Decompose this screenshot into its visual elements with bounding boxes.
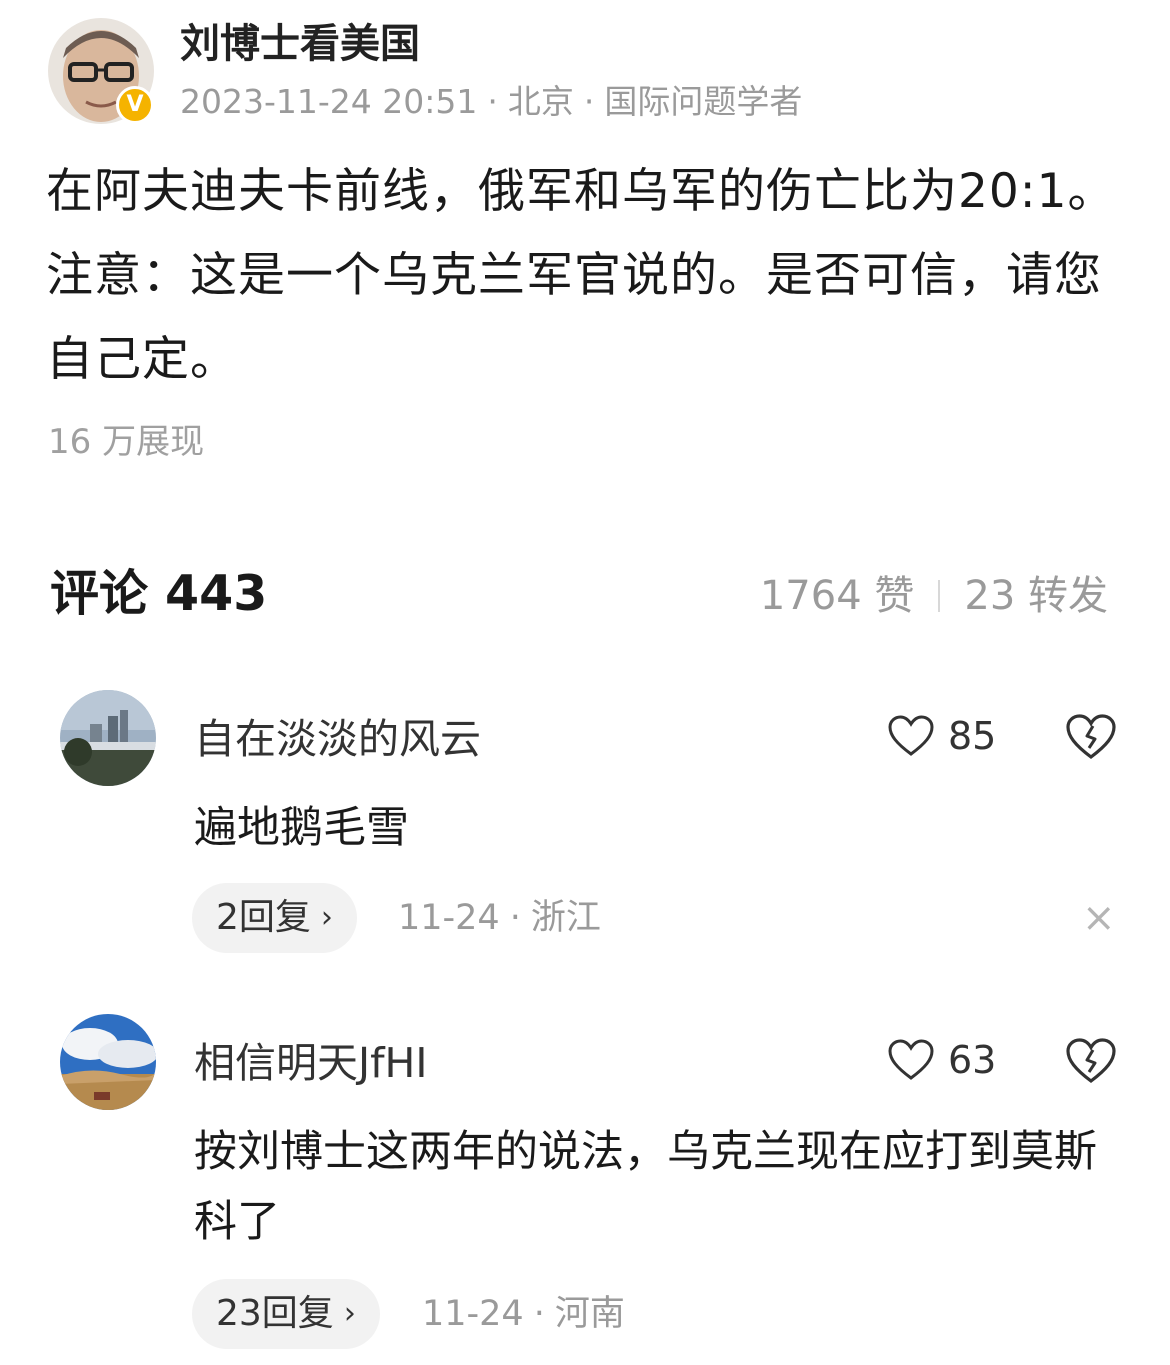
comment-avatar[interactable] <box>60 1014 156 1110</box>
comment-date: 11-24 <box>398 898 500 938</box>
post-body: 在阿夫迪夫卡前线，俄军和乌军的伤亡比为20:1。注意：这是一个乌克兰军官说的。是… <box>46 164 1116 387</box>
meta-separator: · <box>509 898 521 938</box>
post-date: 2023-11-24 20:51 <box>180 82 478 121</box>
comment-meta: 11-24 · 浙江 <box>398 883 601 953</box>
comment-like-button[interactable]: 85 <box>888 714 996 758</box>
post-meta: 2023-11-24 20:51 · 北京 · 国际问题学者 <box>180 80 802 124</box>
reply-count: 23回复 <box>216 1293 334 1334</box>
comment-text: 按刘博士这两年的说法，乌克兰现在应打到莫斯科了 <box>194 1127 1097 1247</box>
post-location: 北京 <box>507 82 574 121</box>
meta-separator: · <box>583 82 595 121</box>
comment-username[interactable]: 自在淡淡的风云 <box>194 711 481 767</box>
comments-count[interactable]: 评论 443 <box>50 562 267 626</box>
view-count: 16 万展现 <box>48 422 205 462</box>
comment-like-button[interactable]: 63 <box>888 1038 996 1082</box>
meta-separator: · <box>533 1294 545 1334</box>
comment-avatar[interactable] <box>60 690 156 786</box>
like-count[interactable]: 1764 赞 <box>760 570 915 622</box>
author-title: 国际问题学者 <box>604 82 803 121</box>
meta-separator: · <box>487 82 498 121</box>
reply-count: 2回复 <box>216 897 311 938</box>
comment-location: 河南 <box>554 1294 625 1334</box>
post-stats: 1764 赞 23 转发 <box>760 570 1108 622</box>
replies-button[interactable]: 2回复 › <box>192 883 357 953</box>
broken-heart-icon <box>1066 1038 1116 1084</box>
dislike-button[interactable] <box>1066 1038 1116 1088</box>
close-icon[interactable]: × <box>1082 898 1116 938</box>
replies-button[interactable]: 23回复 › <box>192 1279 380 1349</box>
heart-outline-icon <box>888 715 934 756</box>
dislike-button[interactable] <box>1066 714 1116 764</box>
comment-date: 11-24 <box>422 1294 524 1334</box>
chevron-right-icon: › <box>343 1296 356 1331</box>
comment-meta: 11-24 · 河南 <box>422 1279 625 1349</box>
comment-like-count: 63 <box>948 1038 997 1082</box>
broken-heart-icon <box>1066 714 1116 760</box>
comment-like-count: 85 <box>948 714 997 758</box>
chevron-right-icon: › <box>320 900 333 935</box>
comment-location: 浙江 <box>530 898 601 938</box>
stats-divider <box>938 580 941 612</box>
heart-outline-icon <box>888 1039 934 1080</box>
verified-badge-icon: V <box>116 86 154 124</box>
comment-username[interactable]: 相信明天JfHI <box>194 1035 427 1091</box>
repost-count[interactable]: 23 转发 <box>964 570 1108 622</box>
author-name[interactable]: 刘博士看美国 <box>180 18 420 70</box>
comment-text: 遍地鹅毛雪 <box>194 803 409 853</box>
